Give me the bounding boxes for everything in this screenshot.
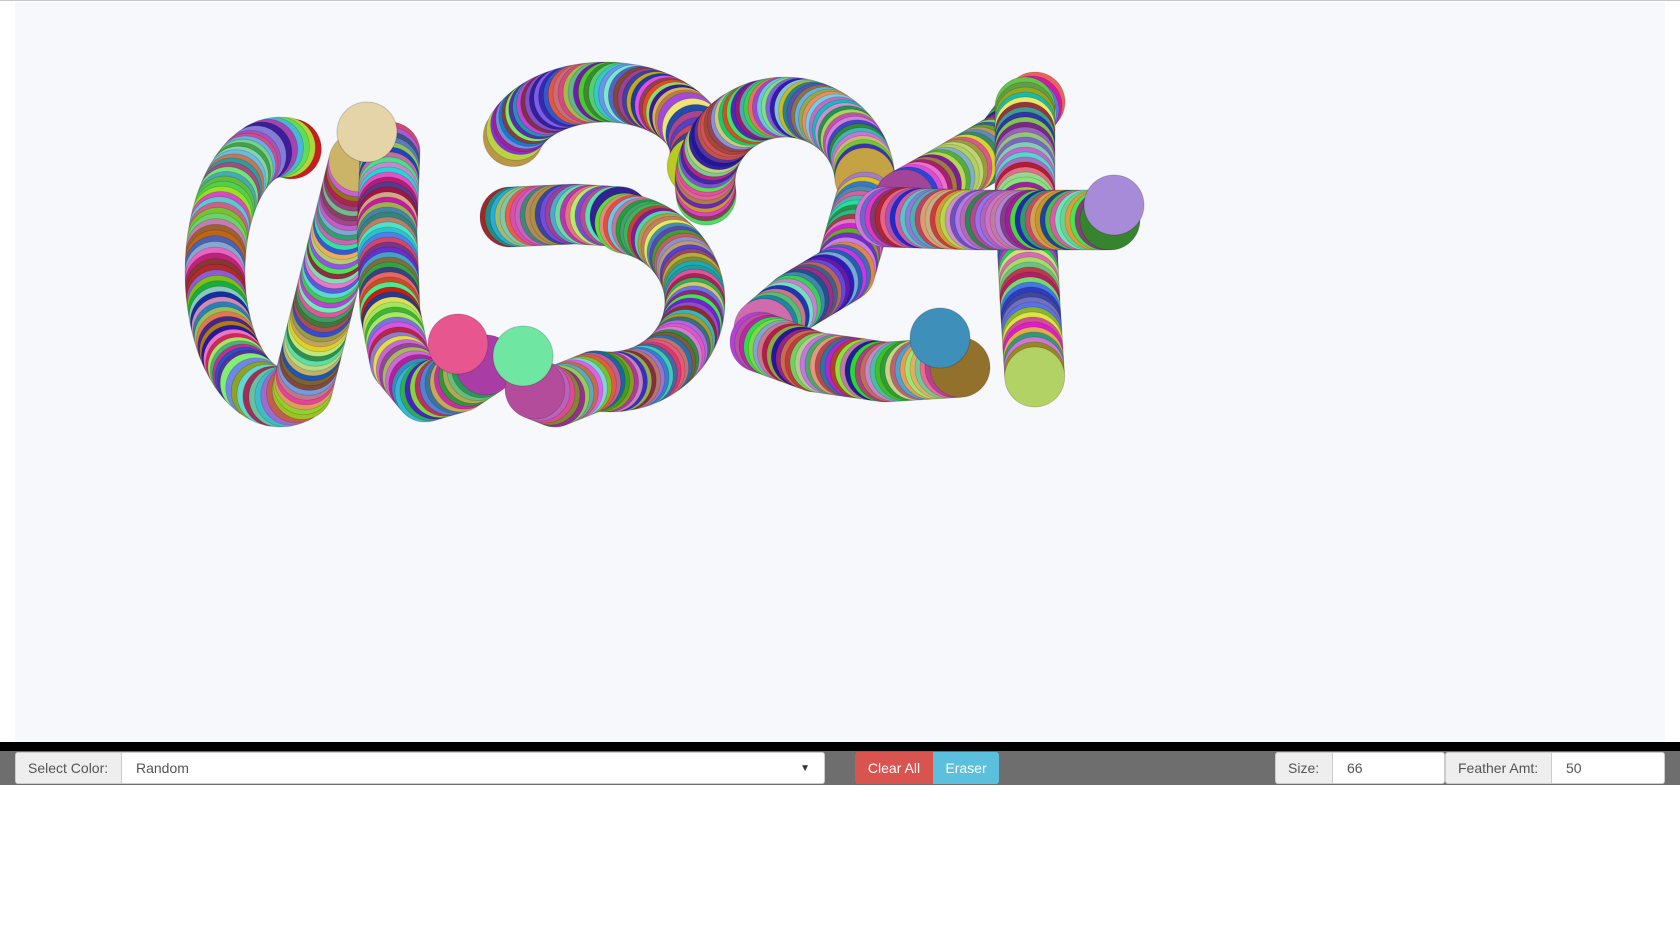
brush-dab — [492, 325, 554, 387]
brush-dab — [427, 313, 489, 375]
brush-dab — [336, 101, 398, 163]
brush-dab — [909, 307, 971, 369]
feather-group: Feather Amt: 50 — [1445, 752, 1665, 784]
size-group: Size: 66 — [1275, 752, 1445, 784]
clear-all-button[interactable]: Clear All — [855, 752, 933, 784]
size-input[interactable]: 66 — [1333, 752, 1445, 784]
color-select[interactable]: Random ▼ — [122, 752, 825, 784]
color-label: Select Color: — [15, 752, 122, 784]
color-select-group: Select Color: Random ▼ — [15, 752, 825, 784]
canvas-bottom-border — [0, 742, 1680, 751]
canvas-area — [0, 0, 1680, 743]
size-label: Size: — [1275, 752, 1333, 784]
eraser-button[interactable]: Eraser — [933, 752, 999, 784]
action-buttons: Clear All Eraser — [855, 752, 999, 784]
brush-dab — [1004, 346, 1066, 408]
color-select-value: Random — [136, 760, 189, 776]
toolbar: Select Color: Random ▼ Clear All Eraser … — [0, 751, 1680, 785]
brush-strokes — [184, 61, 1145, 428]
brush-dab — [1083, 174, 1145, 236]
chevron-down-icon: ▼ — [800, 762, 810, 774]
feather-label: Feather Amt: — [1445, 752, 1552, 784]
drawing-canvas[interactable] — [15, 2, 1665, 743]
feather-input[interactable]: 50 — [1552, 752, 1665, 784]
